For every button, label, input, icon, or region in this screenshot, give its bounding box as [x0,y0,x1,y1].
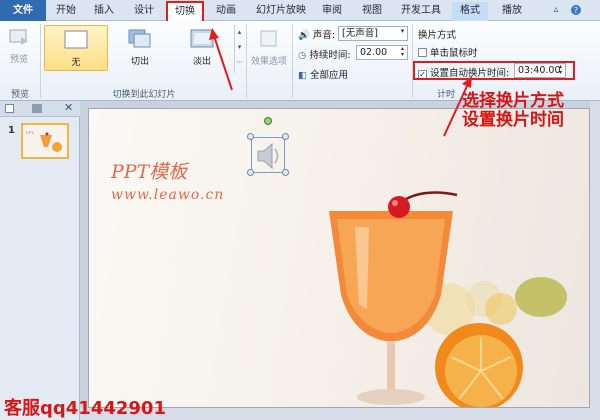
tab-animations[interactable]: 动画 [212,2,240,21]
slide-url: www.leawo.cn [111,187,225,203]
preview-group-label: 预览 [10,90,29,100]
slide-blank-icon [45,30,107,53]
apply-all-button[interactable]: ◧ 全部应用 [298,67,348,81]
annotation-line-1: 选择换片方式 [462,91,564,111]
slide-fade-icon [174,29,230,52]
transition-none-button[interactable]: 无 [44,25,108,71]
transition-fade-label: 淡出 [192,57,211,67]
transition-fade-button[interactable]: 淡出 [174,25,230,71]
help-icon[interactable]: ? [570,4,582,16]
tab-design[interactable]: 设计 [130,2,158,21]
advance-title: 换片方式 [418,30,457,41]
resize-handle[interactable] [247,133,254,140]
tab-format[interactable]: 格式 [452,2,488,21]
slide-cut-icon [112,29,168,52]
pane-tabs: ✕ [0,101,80,117]
annotation-highlight-box [413,61,575,80]
slide-canvas[interactable]: PPT模板 www.leawo.cn [88,108,590,408]
preview-icon [4,29,34,50]
duration-value: 02.00 [360,47,388,58]
tab-slideshow[interactable]: 幻灯片放映 [252,2,310,21]
transition-cut-button[interactable]: 切出 [112,25,168,71]
sound-label: 声音: [312,30,336,41]
resize-handle[interactable] [282,169,289,176]
on-click-option[interactable]: 单击鼠标时 [418,45,478,59]
annotation-line-2: 设置换片时间 [462,110,564,130]
transition-group-label: 切换到此幻灯片 [112,90,176,100]
speaker-icon [257,142,279,170]
apply-all-icon: ◧ [298,70,307,81]
effect-options-label: 效果选项 [250,57,287,67]
svg-text:PPT: PPT [26,130,34,135]
ribbon-tab-bar: 文件 开始 插入 设计 切换 动画 幻灯片放映 审阅 视图 开发工具 格式 播放… [0,0,600,22]
tab-review[interactable]: 审阅 [318,2,346,21]
slides-tab-icon[interactable] [5,104,14,113]
preview-label: 预览 [9,55,28,65]
duration-spinner[interactable]: ▴ ▾ [398,46,407,59]
close-icon[interactable]: ✕ [64,101,73,114]
tab-file[interactable]: 文件 [0,0,46,21]
duration-label: 持续时间: [309,50,351,61]
sound-icon: 🔊 [298,30,310,41]
chevron-down-icon[interactable]: ▾ [398,28,407,41]
tab-playback[interactable]: 播放 [494,2,530,21]
sound-select-value: [无声音] [342,28,378,39]
resize-handle[interactable] [247,169,254,176]
annotation-text: 选择换片方式 设置换片时间 [462,92,564,130]
transition-none-label: 无 [71,58,81,68]
on-click-checkbox[interactable] [418,48,427,57]
apply-all-label: 全部应用 [310,70,349,81]
transition-cut-label: 切出 [130,57,149,67]
ribbon-separator [246,24,247,98]
slide-artwork [329,191,567,407]
slides-pane: ✕ 1 PPT [0,101,80,420]
slide-title: PPT模板 [111,161,188,183]
gallery-scroll[interactable]: ▴ ▾ ⋯ [234,25,244,73]
duration-row: ◷ 持续时间: [298,47,351,61]
tab-view[interactable]: 视图 [358,2,386,21]
tab-transitions[interactable]: 切换 [166,1,204,22]
outline-tab-icon[interactable] [32,104,42,113]
slide-thumbnail-image: PPT [23,125,67,157]
sound-row: 🔊 声音: [298,27,335,41]
slide-number: 1 [8,125,15,136]
tab-developer[interactable]: 开发工具 [398,2,444,21]
slide-thumbnail[interactable]: PPT [21,123,69,159]
vertical-scrollbar[interactable] [590,101,600,420]
effect-options-button[interactable]: 效果选项 [248,25,290,77]
clock-icon: ◷ [298,50,307,61]
on-click-label: 单击鼠标时 [430,48,478,59]
tab-insert[interactable]: 插入 [90,2,118,21]
preview-button[interactable]: 预览 [4,25,34,75]
ribbon-separator [292,24,293,98]
contact-watermark: 客服qq41442901 [4,398,166,419]
svg-text:?: ? [574,6,578,15]
minimize-ribbon-icon[interactable]: ▵ [550,4,562,16]
resize-handle[interactable] [282,133,289,140]
tab-home[interactable]: 开始 [52,2,80,21]
rotate-handle[interactable] [264,117,272,125]
audio-object[interactable] [251,137,285,173]
ribbon-separator [40,24,41,98]
effect-options-icon [248,29,290,52]
